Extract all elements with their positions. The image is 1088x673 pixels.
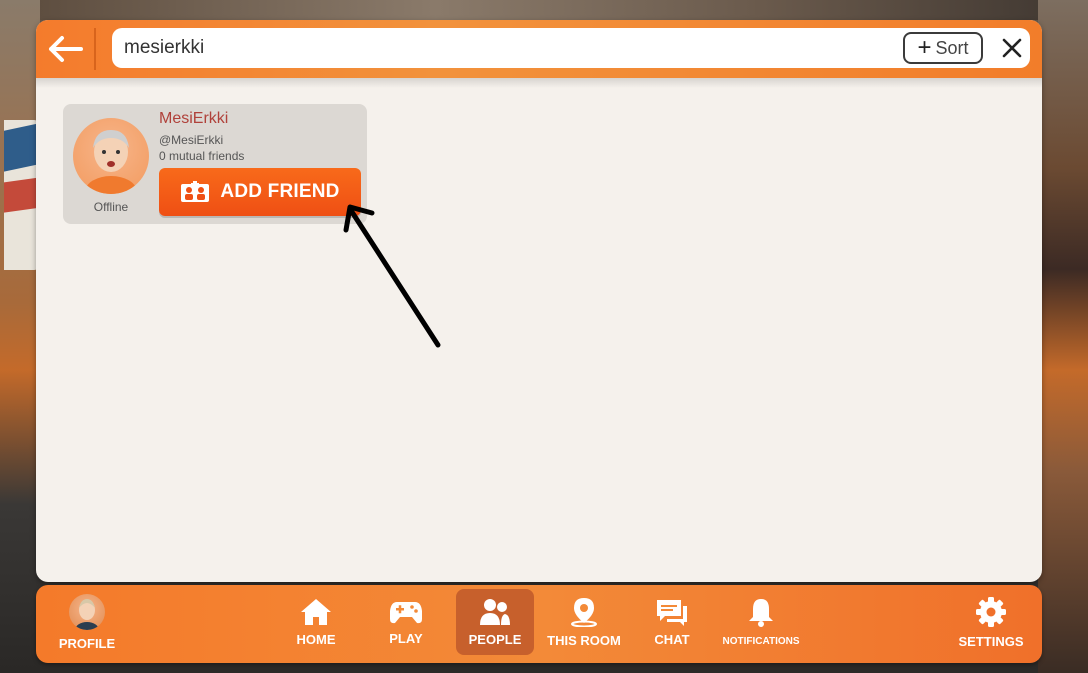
bottom-navigation: PROFILE HOME PLAY PEOPLE THIS ROOM CHAT … [36, 585, 1042, 663]
background-left [0, 0, 40, 673]
online-status: Offline [93, 200, 129, 214]
clear-search-button[interactable] [996, 32, 1028, 64]
close-icon [1002, 38, 1022, 58]
user-display-name[interactable]: MesiErkki [159, 110, 228, 128]
background-poster [4, 120, 40, 270]
nav-notifications-label: NOTIFICATIONS [722, 636, 800, 647]
nav-chat-label: CHAT [654, 631, 690, 647]
nav-people[interactable]: PEOPLE [456, 589, 534, 655]
add-friend-label: ADD FRIEND [220, 181, 340, 202]
profile-avatar-icon [69, 593, 105, 630]
nav-notifications[interactable]: NOTIFICATIONS [716, 589, 806, 655]
gamepad-icon [390, 601, 422, 623]
nav-settings[interactable]: SETTINGS [952, 589, 1030, 655]
user-handle: @MesiErkki [159, 133, 224, 147]
nav-people-label: PEOPLE [468, 631, 522, 647]
nav-profile-label: PROFILE [58, 635, 116, 651]
add-friend-icon [181, 181, 210, 202]
sort-button[interactable]: + Sort [903, 32, 983, 64]
background-right [1038, 0, 1088, 673]
add-friend-button[interactable]: ADD FRIEND [159, 168, 361, 216]
nav-this-room-label: THIS ROOM [547, 632, 621, 648]
home-icon [301, 598, 331, 625]
nav-home[interactable]: HOME [280, 589, 352, 655]
chat-icon [657, 599, 687, 626]
search-header: + Sort [36, 20, 1042, 78]
nav-this-room[interactable]: THIS ROOM [544, 589, 624, 655]
header-shadow [36, 78, 1042, 88]
mutual-friends-count: 0 mutual friends [159, 149, 245, 163]
gear-icon [976, 596, 1006, 627]
people-icon [480, 598, 510, 625]
nav-play-label: PLAY [389, 630, 423, 646]
back-arrow-icon [49, 36, 83, 62]
people-panel: + Sort Offline MesiErkki @MesiErkki [36, 20, 1042, 582]
nav-chat[interactable]: CHAT [636, 589, 708, 655]
nav-home-label: HOME [296, 631, 336, 647]
avatar[interactable] [73, 118, 149, 194]
user-result-card[interactable]: Offline MesiErkki @MesiErkki 0 mutual fr… [63, 104, 367, 224]
nav-profile[interactable]: PROFILE [50, 589, 124, 655]
plus-icon: + [917, 34, 932, 61]
search-input[interactable] [120, 32, 898, 64]
avatar-figure-icon [85, 130, 137, 194]
nav-play[interactable]: PLAY [370, 589, 442, 655]
location-pin-icon [571, 597, 597, 627]
header-divider [94, 28, 96, 70]
sort-label: Sort [935, 37, 969, 58]
nav-settings-label: SETTINGS [958, 633, 1024, 649]
search-bar: + Sort [112, 28, 1030, 68]
background-ceiling [0, 0, 1088, 20]
bell-icon [749, 599, 773, 627]
back-button[interactable] [44, 30, 88, 68]
